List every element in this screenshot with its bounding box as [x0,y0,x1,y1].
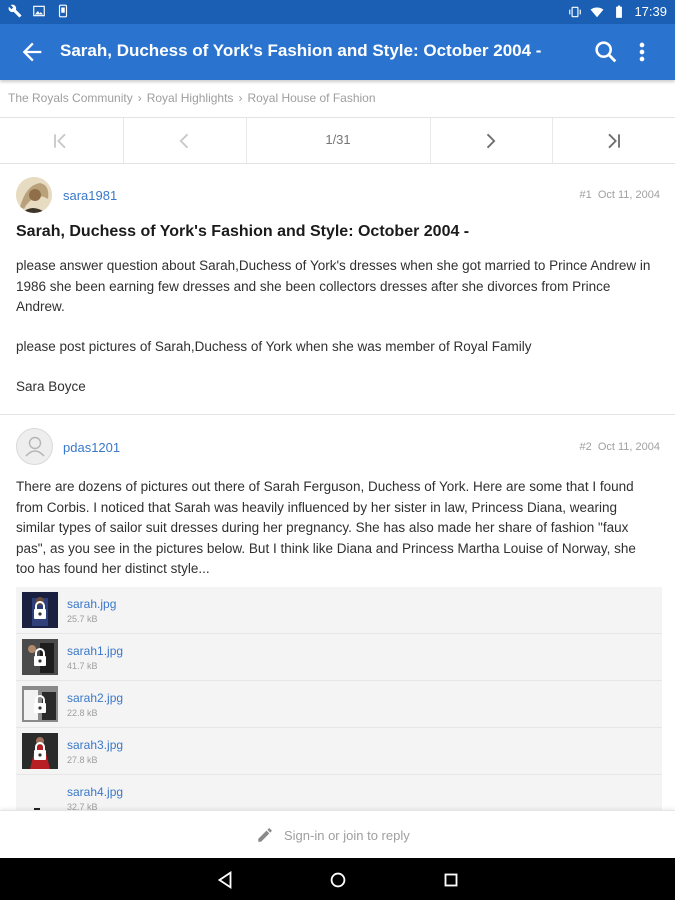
image-thumbnail-icon [22,686,58,722]
wrench-icon [8,4,22,18]
app-bar: Sarah, Duchess of York's Fashion and Sty… [0,24,675,80]
post-username[interactable]: pdas1201 [63,440,120,455]
attachment-size: 41.7 kB [67,661,98,671]
last-page-icon [608,133,620,149]
attachment-size: 27.8 kB [67,755,98,765]
system-nav-bar [0,858,675,900]
avatar[interactable] [16,428,53,465]
vibrate-icon [569,6,582,17]
first-page-button[interactable] [0,118,124,163]
post-title: Sarah, Duchess of York's Fashion and Sty… [16,223,470,240]
back-arrow-icon[interactable] [18,38,46,66]
post-date: Oct 11, 2004 [597,441,660,453]
wifi-icon [591,6,604,17]
more-vert-icon[interactable] [632,38,652,66]
reply-prompt[interactable]: Sign-in or join to reply [284,828,410,843]
attachment-filename[interactable]: sarah1.jpg [67,644,123,658]
status-time: 17:39 [634,4,667,19]
image-thumbnail-icon [22,733,58,769]
post-number: #2 [579,441,592,453]
attachment-item[interactable]: sarah4.jpg 32.7 kB [16,775,662,811]
attachment-item[interactable]: sarah1.jpg 41.7 kB [16,634,662,681]
attachment-size: 25.7 kB [67,614,98,624]
nav-back-icon[interactable] [214,869,236,891]
nav-recents-icon[interactable] [440,869,462,891]
attachment-item[interactable]: sarah.jpg 25.7 kB [16,587,662,634]
image-thumbnail-icon [22,780,58,810]
post-number: #1 [579,189,592,201]
breadcrumb: The Royals Community › Royal Highlights … [0,80,675,118]
breadcrumb-item[interactable]: The Royals Community [8,91,133,105]
page-title: Sarah, Duchess of York's Fashion and Sty… [60,41,542,60]
chevron-right-icon [486,133,496,149]
user-photo-icon [16,177,52,213]
last-page-button[interactable] [552,118,675,163]
first-page-icon [54,133,66,149]
image-icon [33,5,45,17]
post-meta: #1 Oct 11, 2004 [579,189,660,201]
default-avatar-icon [25,436,45,457]
post-username[interactable]: sara1981 [63,188,117,203]
post-date: Oct 11, 2004 [597,189,660,201]
attachment-filename[interactable]: sarah2.jpg [67,691,123,705]
post-paragraph: There are dozens of pictures out there o… [16,479,636,576]
post-item: sara1981 #1 Oct 11, 2004 Sarah, Duchess … [0,163,675,414]
avatar[interactable] [16,177,52,213]
attachment-filename[interactable]: sarah3.jpg [67,738,123,752]
chevron-right-icon: › [238,91,243,105]
page-indicator[interactable]: 1/31 [246,132,430,147]
post-paragraph: please post pictures of Sarah,Duchess of… [16,339,532,354]
phone-icon [58,4,68,18]
attachment-item[interactable]: sarah3.jpg 27.8 kB [16,728,662,775]
reply-bar[interactable]: Sign-in or join to reply [0,810,675,859]
breadcrumb-item[interactable]: Royal Highlights [147,91,234,105]
status-bar: 17:39 [0,0,675,24]
attachment-item[interactable]: sarah2.jpg 22.8 kB [16,681,662,728]
attachment-size: 22.8 kB [67,708,98,718]
post-paragraph: please answer question about Sarah,Duche… [16,258,651,314]
prev-page-button[interactable] [123,118,247,163]
post-meta: #2 Oct 11, 2004 [579,441,660,453]
pencil-icon [258,828,272,842]
chevron-right-icon: › [137,91,142,105]
image-thumbnail-icon [22,592,58,628]
chevron-left-icon [179,133,189,149]
breadcrumb-item[interactable]: Royal House of Fashion [247,91,375,105]
pagination-bar: 1/31 [0,118,675,164]
attachment-filename[interactable]: sarah.jpg [67,597,116,611]
image-thumbnail-icon [22,639,58,675]
search-icon[interactable] [592,38,620,66]
post-item: pdas1201 #2 Oct 11, 2004 There are dozen… [0,415,675,811]
nav-home-icon[interactable] [327,869,349,891]
next-page-button[interactable] [430,118,553,163]
battery-icon [616,5,623,18]
post-signature: Sara Boyce [16,379,86,394]
attachment-filename[interactable]: sarah4.jpg [67,785,123,799]
